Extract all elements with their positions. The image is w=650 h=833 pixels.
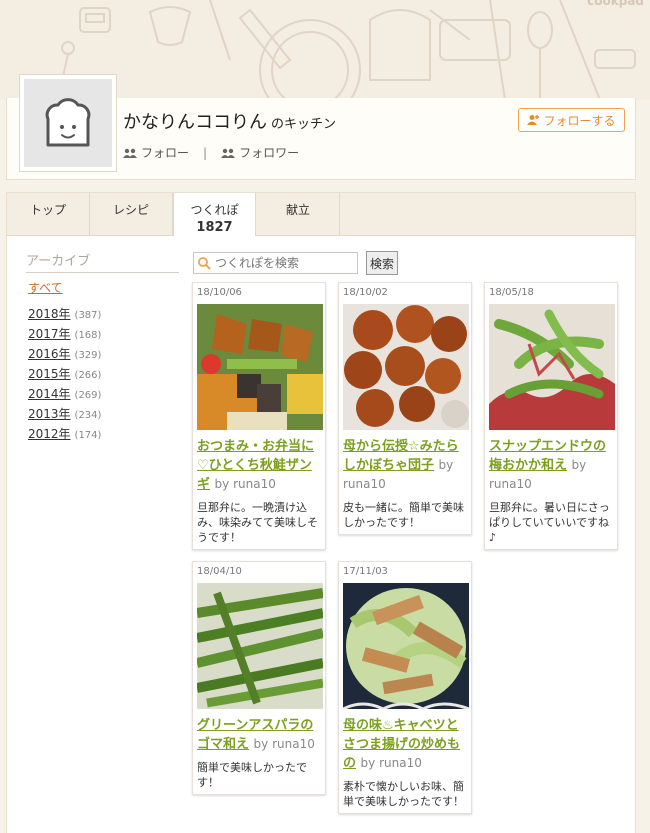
add-user-icon: [527, 115, 540, 125]
card-date: 18/10/02: [343, 287, 388, 298]
archive-all-link[interactable]: すべて: [28, 279, 101, 296]
card-date: 17/11/03: [343, 566, 388, 577]
search-button[interactable]: 検索: [366, 251, 398, 275]
tsukurepo-card[interactable]: 18/05/18 スナップエンドウの梅おかか和え by runa10 旦那弁に。…: [484, 282, 618, 550]
users-icon: [221, 148, 236, 158]
card-photo[interactable]: [197, 304, 323, 430]
tab-label: 献立: [285, 203, 310, 217]
recipe-link[interactable]: スナップエンドウの梅おかか和え: [489, 439, 606, 473]
archive-year-item[interactable]: 2014年 (269): [28, 385, 102, 401]
archive-year[interactable]: 2013年: [28, 407, 71, 421]
archive-count: (387): [74, 310, 102, 321]
archive-count: (269): [74, 390, 102, 401]
archive-year-item[interactable]: 2012年 (174): [28, 425, 102, 441]
card-author: by runa10: [253, 737, 315, 751]
archive-year[interactable]: 2017年: [28, 327, 71, 341]
food-photo: [343, 304, 469, 430]
card-author: by runa10: [214, 477, 276, 491]
follower-link[interactable]: フォロワー: [221, 144, 299, 161]
archive-count: (266): [74, 370, 102, 381]
search-input[interactable]: [215, 256, 353, 270]
main-content: アーカイブ すべて 2018年 (387) 2017年 (168) 2016年 (32…: [6, 236, 636, 833]
card-photo[interactable]: [343, 583, 469, 709]
card-description: 皮も一緒に。簡単で美味しかったです！: [343, 501, 464, 529]
card-description: 簡単で美味しかったです！: [197, 761, 307, 789]
card-description: 旦那弁に。暑い日にさっぱりしていていいですね♪: [489, 501, 610, 544]
tab-label: レシピ: [112, 203, 149, 217]
card-title: スナップエンドウの梅おかか和え by runa10: [489, 437, 613, 494]
archive-year-item[interactable]: 2018年 (387): [28, 305, 102, 321]
archive-year-item[interactable]: 2013年 (234): [28, 405, 102, 421]
archive-count: (168): [74, 330, 102, 341]
card-photo[interactable]: [197, 583, 323, 709]
kitchen-profile: かなりんココりん のキッチン フォロー | フォロワー フォローする: [6, 74, 636, 180]
cookpad-logo: cookpad: [587, 0, 644, 8]
tab-tsukurepo[interactable]: つくれぽ 1827: [173, 193, 256, 238]
card-date: 18/10/06: [197, 287, 242, 298]
tsukurepo-card[interactable]: 17/11/03 母の味♨キャベツとさつま揚げの炒めもの by runa10 素…: [338, 561, 472, 814]
archive-title: アーカイブ: [26, 250, 179, 273]
kitchen-title: かなりんココりん のキッチン: [123, 108, 336, 134]
kitchen-name[interactable]: かなりんココりん: [123, 112, 267, 133]
follower-label: フォロワー: [239, 146, 300, 160]
card-author: by runa10: [360, 756, 422, 770]
card-title: グリーンアスパラのゴマ和え by runa10: [197, 716, 321, 754]
card-title: 母の味♨キャベツとさつま揚げの炒めもの by runa10: [343, 716, 467, 773]
tsukurepo-card[interactable]: 18/10/06 おつまみ・お弁当に♡ひとくち秋鮭ザンギ by runa10 旦…: [192, 282, 326, 550]
separator: |: [203, 145, 208, 160]
tsukurepo-card[interactable]: 18/04/10 グリーンアスパラのゴマ和え by runa10 簡単で美味しか…: [192, 561, 326, 795]
card-date: 18/05/18: [489, 287, 534, 298]
food-photo: [197, 304, 323, 430]
avatar[interactable]: [19, 74, 117, 172]
archive-year[interactable]: 2014年: [28, 387, 71, 401]
card-title: おつまみ・お弁当に♡ひとくち秋鮭ザンギ by runa10: [197, 437, 321, 494]
food-photo: [343, 583, 469, 709]
users-icon: [123, 148, 137, 158]
kitchen-tabs: トップ レシピ つくれぽ 1827 献立: [6, 192, 636, 238]
archive-count: (234): [74, 410, 102, 421]
food-photo: [489, 304, 615, 430]
archive-year[interactable]: 2012年: [28, 427, 71, 441]
archive-year[interactable]: 2016年: [28, 347, 71, 361]
archive-count: (174): [74, 430, 102, 441]
follow-button-label: フォローする: [543, 113, 616, 128]
card-photo[interactable]: [489, 304, 615, 430]
chef-hat-icon: [45, 98, 91, 147]
kitchen-suffix: のキッチン: [271, 117, 337, 132]
archive-count: (329): [74, 350, 102, 361]
tab-label: トップ: [29, 203, 66, 217]
card-description: 旦那弁に。一晩漬け込み、味染みてて美味しそうです！: [197, 501, 318, 544]
tab-count: 1827: [196, 220, 233, 235]
archive-list: すべて 2018年 (387) 2017年 (168) 2016年 (329) 201…: [28, 279, 101, 445]
search-box: [193, 252, 358, 274]
card-title: 母から伝授☆みたらしかぼちゃ団子 by runa10: [343, 437, 467, 494]
follow-stats: フォロー | フォロワー: [123, 144, 299, 161]
tab-top[interactable]: トップ: [7, 193, 90, 236]
tab-label: つくれぽ: [190, 203, 239, 217]
follow-label: フォロー: [141, 146, 190, 160]
food-photo: [197, 583, 323, 709]
follow-button[interactable]: フォローする: [518, 108, 625, 132]
archive-year[interactable]: 2015年: [28, 367, 71, 381]
tsukurepo-card[interactable]: 18/10/02 母から伝授☆みたらしかぼちゃ団子 by runa10 皮も一緒…: [338, 282, 472, 535]
archive-year-item[interactable]: 2016年 (329): [28, 345, 102, 361]
tab-recipes[interactable]: レシピ: [90, 193, 173, 236]
archive-year-item[interactable]: 2017年 (168): [28, 325, 102, 341]
search-icon: [198, 256, 211, 270]
tab-menu[interactable]: 献立: [257, 193, 340, 236]
follow-link[interactable]: フォロー: [123, 144, 189, 161]
archive-year[interactable]: 2018年: [28, 307, 71, 321]
archive-year-item[interactable]: 2015年 (266): [28, 365, 102, 381]
card-date: 18/04/10: [197, 566, 242, 577]
card-description: 素朴で懐かしいお味、簡単で美味しかったです！: [343, 780, 464, 808]
card-photo[interactable]: [343, 304, 469, 430]
